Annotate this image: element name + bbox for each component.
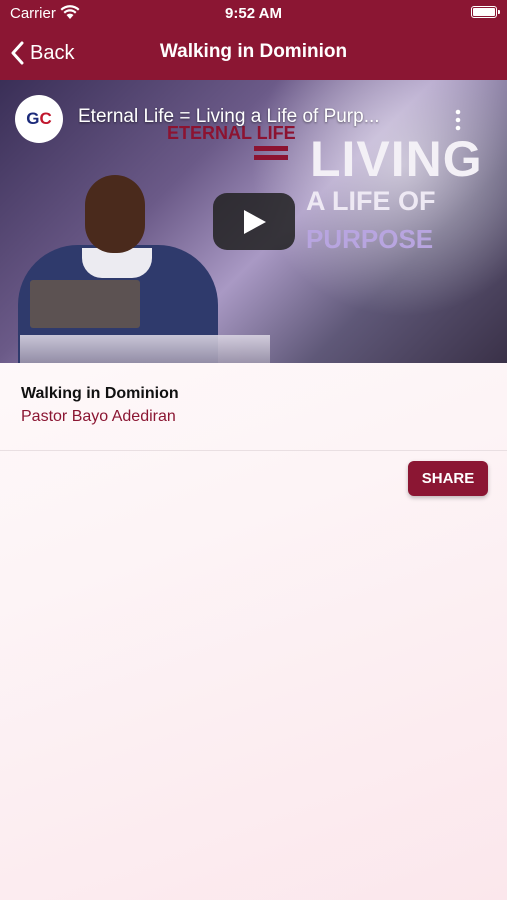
navbar: Back Walking in Dominion (0, 30, 507, 76)
more-options-icon[interactable] (448, 108, 468, 132)
thumbnail-living: LIVING (310, 131, 483, 187)
play-button[interactable] (213, 193, 295, 250)
status-time: 9:52 AM (225, 5, 282, 22)
channel-logo-letter-c: C (39, 109, 52, 128)
sermon-title: Walking in Dominion (21, 385, 179, 402)
play-icon (244, 210, 266, 234)
speaker-head (85, 175, 145, 253)
video-player[interactable]: ETERNAL LIFE LIVING A LIFE OF PURPOSE GC… (0, 80, 507, 363)
battery-icon (471, 6, 500, 18)
lectern (20, 335, 270, 363)
thumbnail-purpose: PURPOSE (306, 224, 434, 254)
thumbnail-a-life-of: A LIFE OF (306, 186, 436, 216)
sermon-author: Pastor Bayo Adediran (21, 408, 176, 425)
channel-logo[interactable]: GC (15, 95, 63, 143)
thumbnail-equals-sign (254, 146, 288, 168)
divider (0, 450, 507, 451)
page-title: Walking in Dominion (159, 41, 348, 62)
laptop (30, 280, 140, 328)
header: Carrier 9:52 AM Back Walking in Dominion (0, 0, 507, 80)
video-title[interactable]: Eternal Life = Living a Life of Purp... (78, 106, 428, 128)
share-button[interactable]: SHARE (408, 461, 488, 496)
channel-logo-letter-g: G (26, 109, 40, 128)
status-bar: Carrier 9:52 AM (0, 0, 507, 28)
